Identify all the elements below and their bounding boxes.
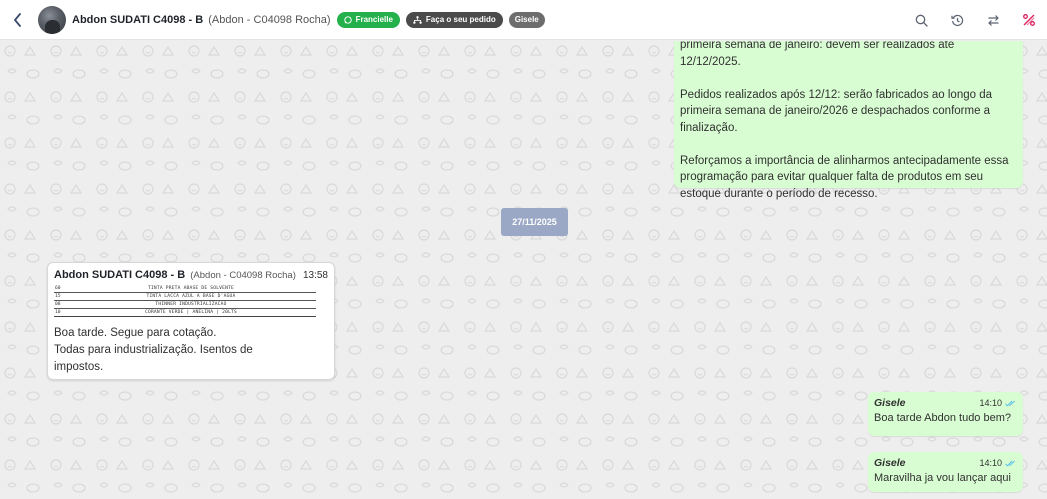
sender-subtitle: (Abdon - C04098 Rocha) bbox=[190, 270, 296, 281]
sender-name: Abdon SUDATI C4098 - B bbox=[54, 269, 186, 281]
message-text: Maravilha ja vou lançar aqui bbox=[874, 472, 1011, 484]
message-line: Boa tarde. Segue para cotação. bbox=[54, 327, 217, 339]
avatar[interactable] bbox=[38, 5, 66, 34]
whatsapp-icon bbox=[343, 15, 352, 24]
message-meta: 14:10 bbox=[979, 398, 1017, 408]
message-sender: Abdon SUDATI C4098 - B (Abdon - C04098 R… bbox=[54, 269, 296, 281]
message-sender: Gisele bbox=[874, 397, 906, 409]
history-button[interactable] bbox=[947, 10, 967, 30]
document-qty: 10 bbox=[55, 310, 61, 315]
document-row: 08 THINNER INDUSTRIALIZACAO bbox=[54, 300, 316, 308]
message-time: 14:10 bbox=[979, 398, 1002, 408]
announcement-message[interactable]: primeira semana de janeiro: devem ser re… bbox=[674, 41, 1023, 200]
date-separator: 27/11/2025 bbox=[501, 208, 568, 236]
message-time: 13:58 bbox=[302, 270, 328, 281]
flow-icon bbox=[413, 15, 422, 24]
double-check-icon bbox=[1005, 400, 1015, 407]
message-paragraph: primeira semana de janeiro: devem ser re… bbox=[680, 41, 955, 68]
tag-label: Francielle bbox=[355, 15, 393, 24]
transfer-button[interactable] bbox=[983, 10, 1003, 30]
document-image[interactable]: 60 TINTA PRETA ABASE DE SOLVENTE 15 TINT… bbox=[54, 284, 316, 317]
contact-name[interactable]: Abdon SUDATI C4098 - B (Abdon - C04098 R… bbox=[72, 14, 331, 26]
document-qty: 08 bbox=[55, 302, 61, 307]
tag-label: Faça o seu pedido bbox=[425, 15, 496, 24]
document-desc: TINTA LACCA AZUL A BASE D'AGUA bbox=[146, 294, 236, 299]
message-text: Boa tarde Abdon tudo bem? bbox=[874, 412, 1011, 424]
search-button[interactable] bbox=[911, 10, 931, 30]
tag-flow[interactable]: Faça o seu pedido bbox=[405, 11, 503, 28]
chevron-left-icon bbox=[14, 12, 21, 27]
tag-francielle[interactable]: Francielle bbox=[336, 11, 400, 28]
message-line: impostos. bbox=[54, 361, 104, 373]
back-button[interactable] bbox=[8, 10, 28, 30]
document-qty: 60 bbox=[55, 285, 61, 291]
double-check-icon bbox=[1005, 460, 1015, 467]
message-line: Todas para industrialização. Isentos de bbox=[54, 344, 253, 356]
document-desc: THINNER INDUSTRIALIZACAO bbox=[155, 302, 227, 307]
incoming-message[interactable]: Abdon SUDATI C4098 - B (Abdon - C04098 R… bbox=[47, 262, 335, 380]
document-row: 10 CORANTE VERDE | ANELINA | 20LTS bbox=[54, 308, 316, 316]
transfer-icon bbox=[987, 14, 999, 26]
history-icon bbox=[950, 14, 963, 26]
document-qty: 15 bbox=[55, 294, 61, 299]
message-time: 14:10 bbox=[979, 458, 1002, 468]
outgoing-message[interactable]: Gisele 14:10 Maravilha ja vou lançar aqu… bbox=[868, 452, 1023, 492]
document-desc: TINTA PRETA ABASE DE SOLVENTE bbox=[147, 285, 234, 291]
close-conversation-icon bbox=[1023, 14, 1035, 26]
document-row: 15 TINTA LACCA AZUL A BASE D'AGUA bbox=[54, 292, 316, 300]
document-row: 60 TINTA PRETA ABASE DE SOLVENTE bbox=[54, 284, 316, 292]
contact-name-label: Abdon SUDATI C4098 - B bbox=[72, 13, 204, 26]
chat-header: Abdon SUDATI C4098 - B (Abdon - C04098 R… bbox=[0, 0, 1047, 40]
outgoing-message[interactable]: Gisele 14:10 Boa tarde Abdon tudo bem? bbox=[868, 392, 1023, 436]
tag-label: Gisele bbox=[514, 15, 539, 24]
message-sender: Gisele bbox=[874, 457, 906, 469]
document-desc: CORANTE VERDE | ANELINA | 20LTS bbox=[145, 310, 237, 315]
close-conversation-button[interactable] bbox=[1019, 10, 1039, 30]
contact-subtitle: (Abdon - C04098 Rocha) bbox=[208, 13, 331, 26]
message-meta: 14:10 bbox=[979, 458, 1017, 468]
chat-area[interactable]: primeira semana de janeiro: devem ser re… bbox=[0, 41, 1047, 499]
message-paragraph: Pedidos realizados após 12/12: serão fab… bbox=[680, 88, 992, 134]
tag-gisele[interactable]: Gisele bbox=[508, 11, 545, 28]
search-icon bbox=[915, 14, 928, 27]
message-text: Boa tarde. Segue para cotação. Todas par… bbox=[54, 325, 328, 376]
message-paragraph: Reforçamos a importância de alinharmos a… bbox=[680, 154, 1009, 200]
